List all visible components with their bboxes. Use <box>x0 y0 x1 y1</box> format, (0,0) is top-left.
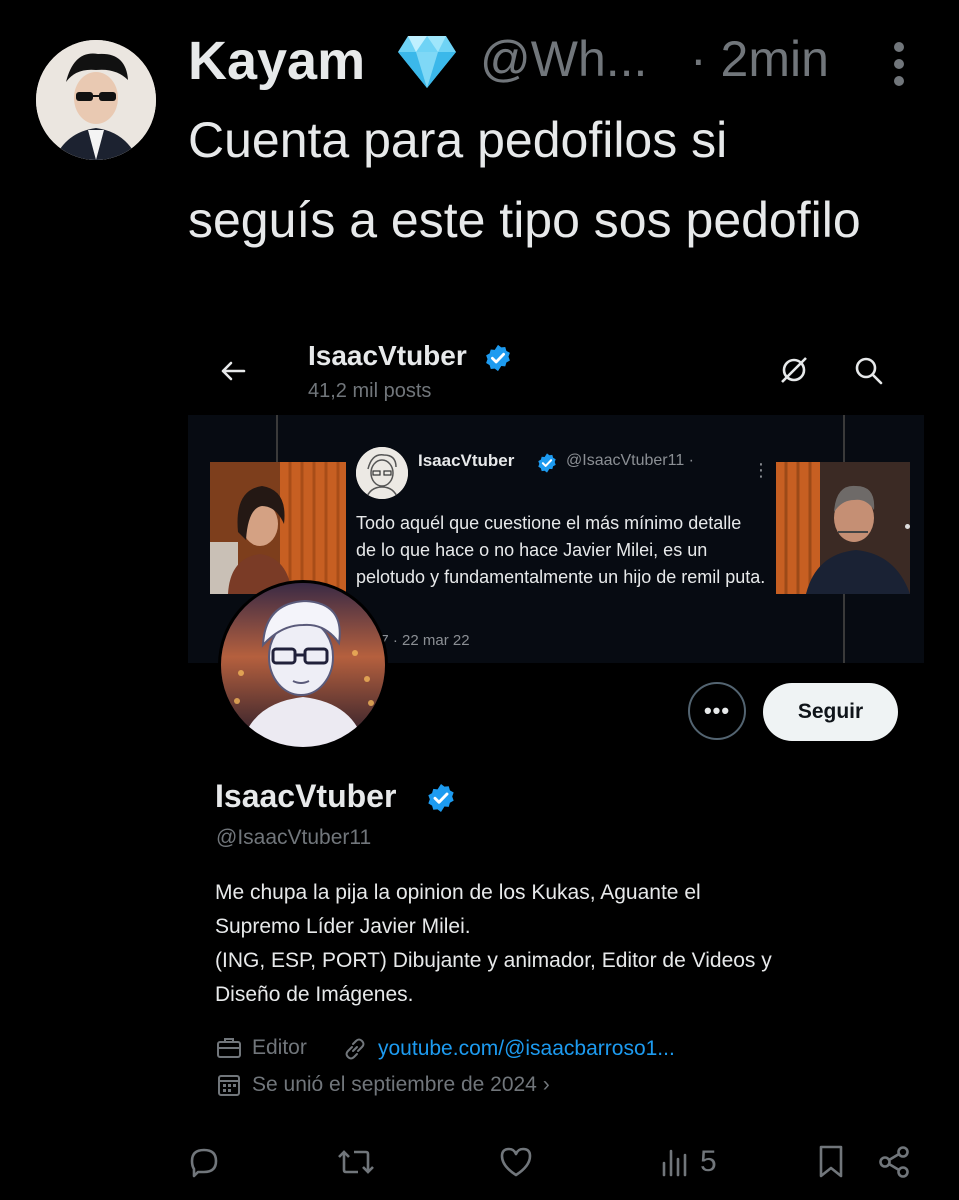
profile-joined: Se unió el septiembre de 2024 › <box>216 1072 550 1098</box>
profile-handle: @IsaacVtuber11 <box>216 826 372 849</box>
reply-icon <box>190 1148 218 1178</box>
author-handle[interactable]: @Wh... <box>480 30 647 88</box>
more-options-icon[interactable] <box>892 42 906 93</box>
bio-line: (ING, ESP, PORT) Dibujante y animador, E… <box>215 949 772 972</box>
verified-badge-icon <box>536 452 558 474</box>
follow-button: Seguir <box>763 683 898 741</box>
calendar-icon <box>216 1072 242 1098</box>
banner-photo-left <box>210 462 346 594</box>
like-button[interactable] <box>498 1140 534 1184</box>
bio-line: Diseño de Imágenes. <box>215 983 414 1006</box>
back-arrow-icon <box>218 356 248 386</box>
embedded-header-title: IsaacVtuber <box>308 340 467 371</box>
quoted-name: IsaacVtuber <box>418 451 515 470</box>
quoted-avatar <box>356 447 408 499</box>
profile-avatar <box>218 580 388 750</box>
tweet-text: Cuenta para pedofilos si seguís a este t… <box>188 112 861 248</box>
profile-name: IsaacVtuber <box>215 778 397 814</box>
link-icon <box>342 1036 368 1062</box>
diamond-icon <box>396 34 458 90</box>
tweet-action-bar: 5 <box>186 1140 916 1184</box>
views-button[interactable]: 5 <box>658 1140 717 1184</box>
author-avatar[interactable] <box>36 40 156 160</box>
bookmark-icon <box>819 1145 843 1178</box>
quoted-more-icon: ⋮ <box>752 460 770 480</box>
verified-badge-icon <box>425 782 457 814</box>
share-icon <box>879 1146 909 1178</box>
repost-icon <box>338 1150 374 1174</box>
profile-joined-text: Se unió el septiembre de 2024 › <box>252 1073 550 1096</box>
views-count: 5 <box>700 1145 717 1178</box>
heart-icon <box>500 1147 532 1177</box>
quoted-date: 27 · 22 mar 22 <box>372 632 470 649</box>
profile-bio: Me chupa la pija la opinion de los Kukas… <box>215 876 905 1012</box>
repost-button[interactable] <box>336 1140 376 1184</box>
bio-line: Supremo Líder Javier Milei. <box>215 915 471 938</box>
share-button[interactable] <box>876 1140 912 1184</box>
embedded-posts-count: 41,2 mil posts <box>308 380 432 402</box>
author-name[interactable]: Kayam <box>188 30 365 92</box>
profile-job: Editor <box>216 1036 307 1060</box>
profile-job-label: Editor <box>252 1036 307 1059</box>
profile-link: youtube.com/@isaacbarroso1... <box>342 1036 675 1062</box>
tweet-time[interactable]: · 2min <box>690 30 829 88</box>
banner-photo-right <box>776 462 910 594</box>
more-options-button: ••• <box>688 682 746 740</box>
quoted-handle: @IsaacVtuber11 · <box>566 452 695 469</box>
grok-icon <box>776 352 812 388</box>
profile-link-text: youtube.com/@isaacbarroso1... <box>378 1037 675 1060</box>
search-icon <box>852 354 886 388</box>
briefcase-icon <box>216 1036 242 1060</box>
banner-marker <box>905 524 910 529</box>
verified-badge-icon <box>483 343 513 373</box>
reply-button[interactable] <box>186 1140 222 1184</box>
quoted-text: Todo aquél que cuestione el más mínimo d… <box>356 513 766 587</box>
bookmark-button[interactable] <box>816 1140 846 1184</box>
views-icon <box>662 1149 687 1177</box>
bio-line: Me chupa la pija la opinion de los Kukas… <box>215 881 701 904</box>
